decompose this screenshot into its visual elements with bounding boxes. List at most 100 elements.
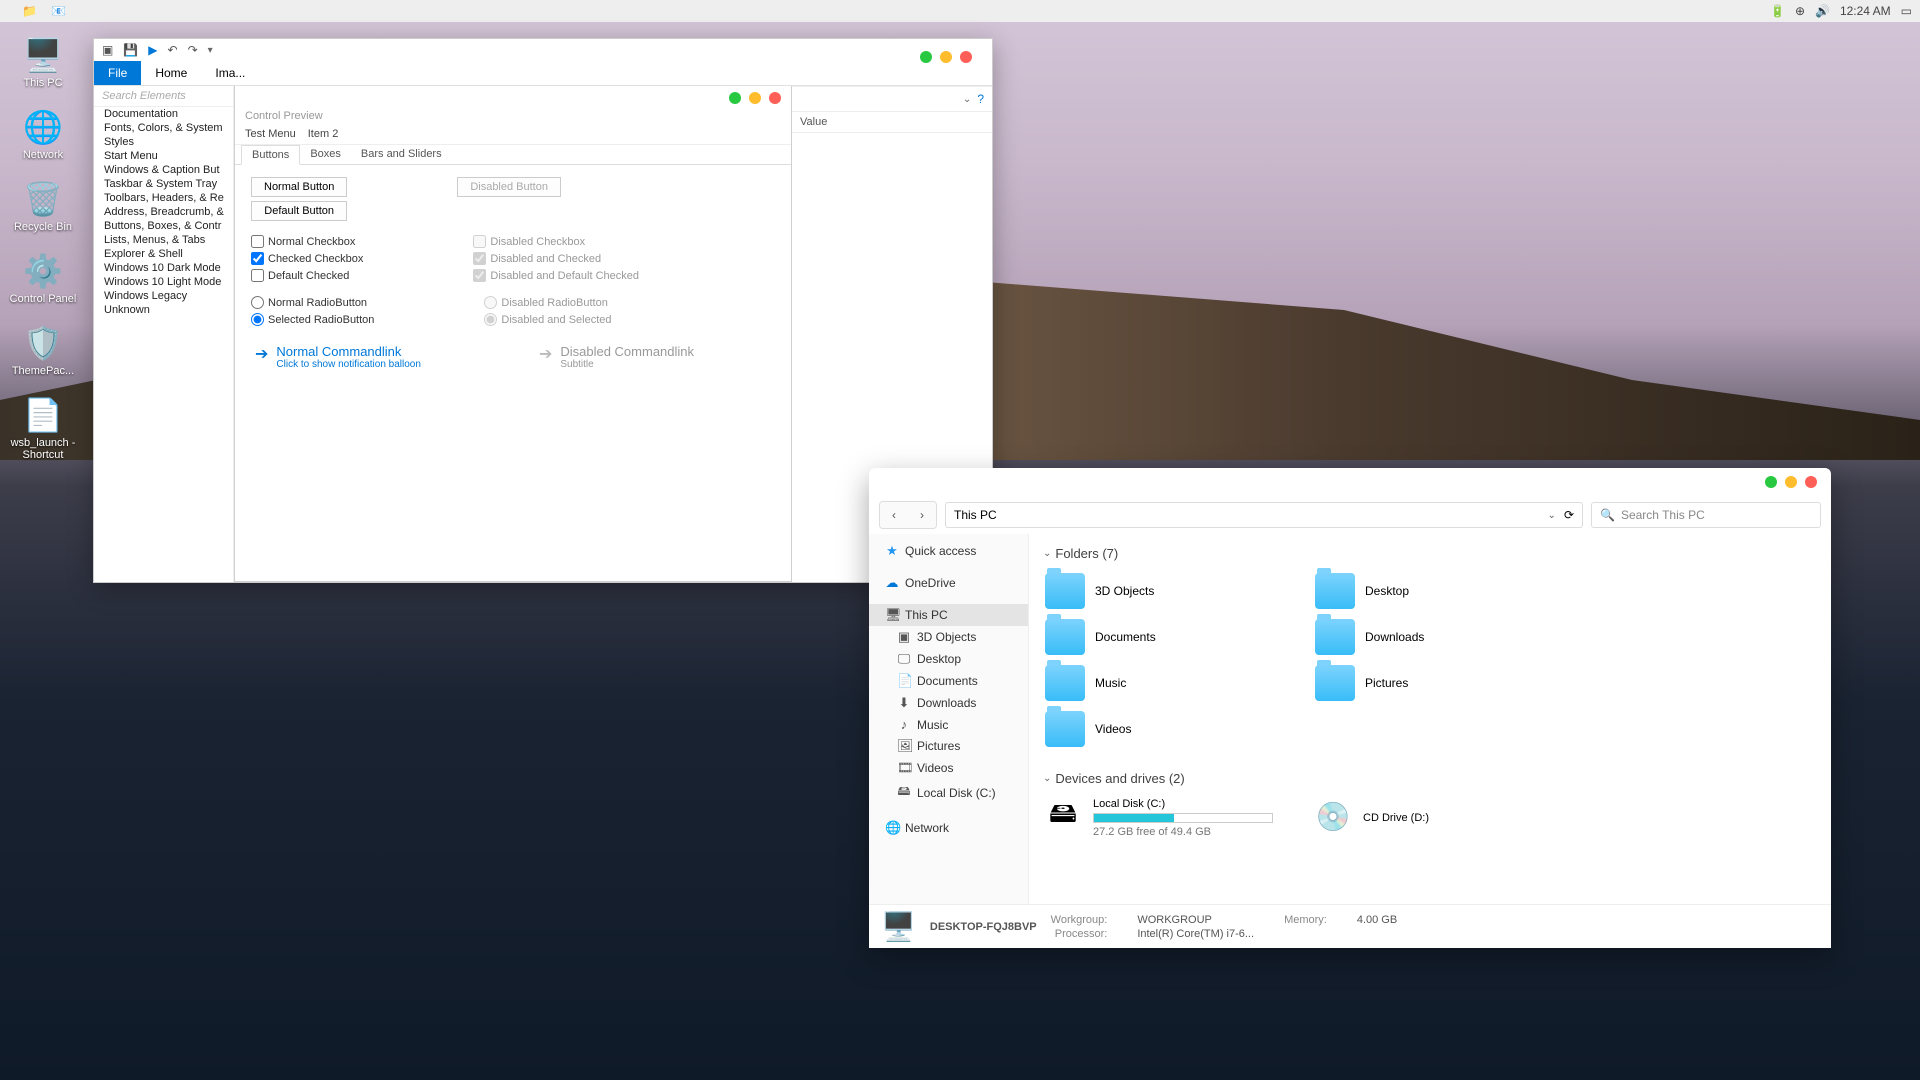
default-button[interactable]: Default Button bbox=[251, 201, 347, 221]
nav-item[interactable]: 🖼Pictures bbox=[869, 735, 1028, 757]
close-icon[interactable] bbox=[1805, 476, 1817, 488]
undo-icon[interactable]: ↶ bbox=[168, 43, 178, 57]
elements-sidebar: Search Elements DocumentationFonts, Colo… bbox=[94, 86, 234, 582]
clock[interactable]: 12:24 AM bbox=[1840, 4, 1891, 18]
tab-buttons[interactable]: Buttons bbox=[241, 145, 300, 165]
save-icon[interactable]: 💾 bbox=[123, 43, 138, 57]
folder-item[interactable]: 3D Objects bbox=[1043, 571, 1283, 611]
volume-icon[interactable]: 🔊 bbox=[1815, 4, 1830, 18]
menubar-app-icon[interactable]: 📁 bbox=[22, 4, 37, 18]
nav-item[interactable]: 🖴Local Disk (C:) bbox=[869, 779, 1028, 807]
control-preview-window: ▣ 💾 ▶ ↶ ↷ ▾ File Home Ima... Search Elem… bbox=[93, 38, 993, 583]
refresh-icon[interactable]: ⟳ bbox=[1564, 508, 1574, 522]
group-drives[interactable]: ⌄Devices and drives (2) bbox=[1043, 767, 1817, 790]
radio-normal[interactable]: Normal RadioButton bbox=[251, 296, 374, 309]
desktop-icon[interactable]: 🌐Network bbox=[8, 107, 78, 161]
tab-home[interactable]: Home bbox=[141, 61, 201, 85]
sidebar-item[interactable]: Explorer & Shell bbox=[94, 247, 233, 261]
chevron-down-icon[interactable]: ⌄ bbox=[1548, 510, 1556, 521]
drive-local-disk[interactable]: 🖴 Local Disk (C:) 27.2 GB free of 49.4 G… bbox=[1043, 798, 1283, 838]
sidebar-item[interactable]: Windows & Caption But bbox=[94, 163, 233, 177]
normal-button[interactable]: Normal Button bbox=[251, 177, 347, 197]
breadcrumb[interactable]: This PC bbox=[954, 508, 997, 522]
chevron-down-icon[interactable]: ⌄ bbox=[963, 94, 971, 105]
sidebar-item[interactable]: Start Menu bbox=[94, 149, 233, 163]
folder-item[interactable]: Downloads bbox=[1313, 617, 1553, 657]
sidebar-item[interactable]: Windows 10 Light Mode bbox=[94, 275, 233, 289]
folder-item[interactable]: Music bbox=[1043, 663, 1283, 703]
desktop-icon[interactable]: 📄wsb_launch - Shortcut bbox=[8, 395, 78, 461]
nav-item[interactable]: 🎞Videos bbox=[869, 757, 1028, 779]
app-icon: ▣ bbox=[102, 43, 113, 57]
tab-file[interactable]: File bbox=[94, 61, 141, 85]
drive-cd[interactable]: 💿 CD Drive (D:) bbox=[1313, 798, 1553, 838]
desktop-icon[interactable]: 🛡️ThemePac... bbox=[8, 323, 78, 377]
redo-icon[interactable]: ↷ bbox=[188, 43, 198, 57]
menubar-app-icon[interactable]: 📧 bbox=[51, 4, 66, 18]
nav-item[interactable]: ⬇Downloads bbox=[869, 692, 1028, 714]
group-folders[interactable]: ⌄Folders (7) bbox=[1043, 542, 1817, 565]
folder-item[interactable]: Documents bbox=[1043, 617, 1283, 657]
folder-item[interactable]: Desktop bbox=[1313, 571, 1553, 611]
sidebar-item[interactable]: Buttons, Boxes, & Contr bbox=[94, 219, 233, 233]
checkbox-default[interactable]: Default Checked bbox=[251, 269, 363, 282]
nav-quick-access[interactable]: ★Quick access bbox=[869, 540, 1028, 562]
sidebar-item[interactable]: Toolbars, Headers, & Re bbox=[94, 191, 233, 205]
star-icon: ★ bbox=[885, 543, 899, 559]
help-icon[interactable]: ? bbox=[977, 92, 984, 106]
folder-item[interactable]: Videos bbox=[1043, 709, 1283, 749]
checkbox-normal[interactable]: Normal Checkbox bbox=[251, 235, 363, 248]
nav-this-pc[interactable]: 🖥This PC bbox=[869, 604, 1028, 626]
minimize-icon[interactable] bbox=[729, 92, 741, 104]
sidebar-item[interactable]: Styles bbox=[94, 135, 233, 149]
menu-item[interactable]: Item 2 bbox=[308, 128, 339, 140]
forward-button[interactable]: › bbox=[908, 502, 936, 528]
sidebar-item[interactable]: Address, Breadcrumb, & bbox=[94, 205, 233, 219]
value-column-header: Value bbox=[792, 112, 992, 133]
sidebar-item[interactable]: Windows 10 Dark Mode bbox=[94, 261, 233, 275]
search-input[interactable]: 🔍 Search This PC bbox=[1591, 502, 1821, 528]
desktop-icon[interactable]: 🗑️Recycle Bin bbox=[8, 179, 78, 233]
commandlink-normal[interactable]: ➔ Normal Commandlink Click to show notif… bbox=[251, 340, 425, 374]
sidebar-item[interactable]: Documentation bbox=[94, 107, 233, 121]
preview-subtabs: Buttons Boxes Bars and Sliders bbox=[235, 145, 791, 165]
network-icon: 🌐 bbox=[885, 820, 899, 836]
minimize-icon[interactable] bbox=[1765, 476, 1777, 488]
maximize-icon[interactable] bbox=[749, 92, 761, 104]
back-button[interactable]: ‹ bbox=[880, 502, 908, 528]
desktop-icon[interactable]: ⚙️Control Panel bbox=[8, 251, 78, 305]
folder-icon: 🖵 bbox=[897, 651, 911, 667]
desktop-icon[interactable]: 🖥️This PC bbox=[8, 35, 78, 89]
maximize-icon[interactable] bbox=[1785, 476, 1797, 488]
address-bar[interactable]: This PC ⌄ ⟳ bbox=[945, 502, 1583, 528]
tab-bars[interactable]: Bars and Sliders bbox=[351, 145, 452, 164]
folder-icon bbox=[1045, 619, 1085, 655]
tab-boxes[interactable]: Boxes bbox=[300, 145, 351, 164]
preview-pane: Control Preview Test Menu Item 2 Buttons… bbox=[234, 86, 792, 582]
commandlink-disabled: ➔ Disabled Commandlink Subtitle bbox=[535, 340, 698, 374]
tab-image[interactable]: Ima... bbox=[201, 61, 259, 85]
network-icon[interactable]: ⊕ bbox=[1795, 4, 1805, 18]
nav-item[interactable]: 🖵Desktop bbox=[869, 648, 1028, 670]
nav-item[interactable]: 📄Documents bbox=[869, 670, 1028, 692]
nav-network[interactable]: 🌐Network bbox=[869, 817, 1028, 839]
sidebar-item[interactable]: Unknown bbox=[94, 303, 233, 317]
sidebar-item[interactable]: Lists, Menus, & Tabs bbox=[94, 233, 233, 247]
nav-onedrive[interactable]: ☁OneDrive bbox=[869, 572, 1028, 594]
checkbox-checked[interactable]: Checked Checkbox bbox=[251, 252, 363, 265]
battery-icon[interactable]: 🔋 bbox=[1770, 4, 1785, 18]
sidebar-item[interactable]: Taskbar & System Tray bbox=[94, 177, 233, 191]
sidebar-item[interactable]: Fonts, Colors, & System bbox=[94, 121, 233, 135]
folder-item[interactable]: Pictures bbox=[1313, 663, 1553, 703]
sidebar-item[interactable]: Windows Legacy bbox=[94, 289, 233, 303]
close-icon[interactable] bbox=[769, 92, 781, 104]
menu-item[interactable]: Test Menu bbox=[245, 128, 296, 140]
search-input[interactable]: Search Elements bbox=[94, 86, 233, 107]
radio-selected[interactable]: Selected RadioButton bbox=[251, 313, 374, 326]
nav-item[interactable]: ▣3D Objects bbox=[869, 626, 1028, 648]
play-icon[interactable]: ▶ bbox=[148, 43, 157, 57]
notification-icon[interactable]: ▭ bbox=[1901, 4, 1912, 18]
dropdown-icon[interactable]: ▾ bbox=[208, 45, 213, 56]
nav-item[interactable]: ♪Music bbox=[869, 714, 1028, 735]
label: Network bbox=[23, 149, 63, 161]
